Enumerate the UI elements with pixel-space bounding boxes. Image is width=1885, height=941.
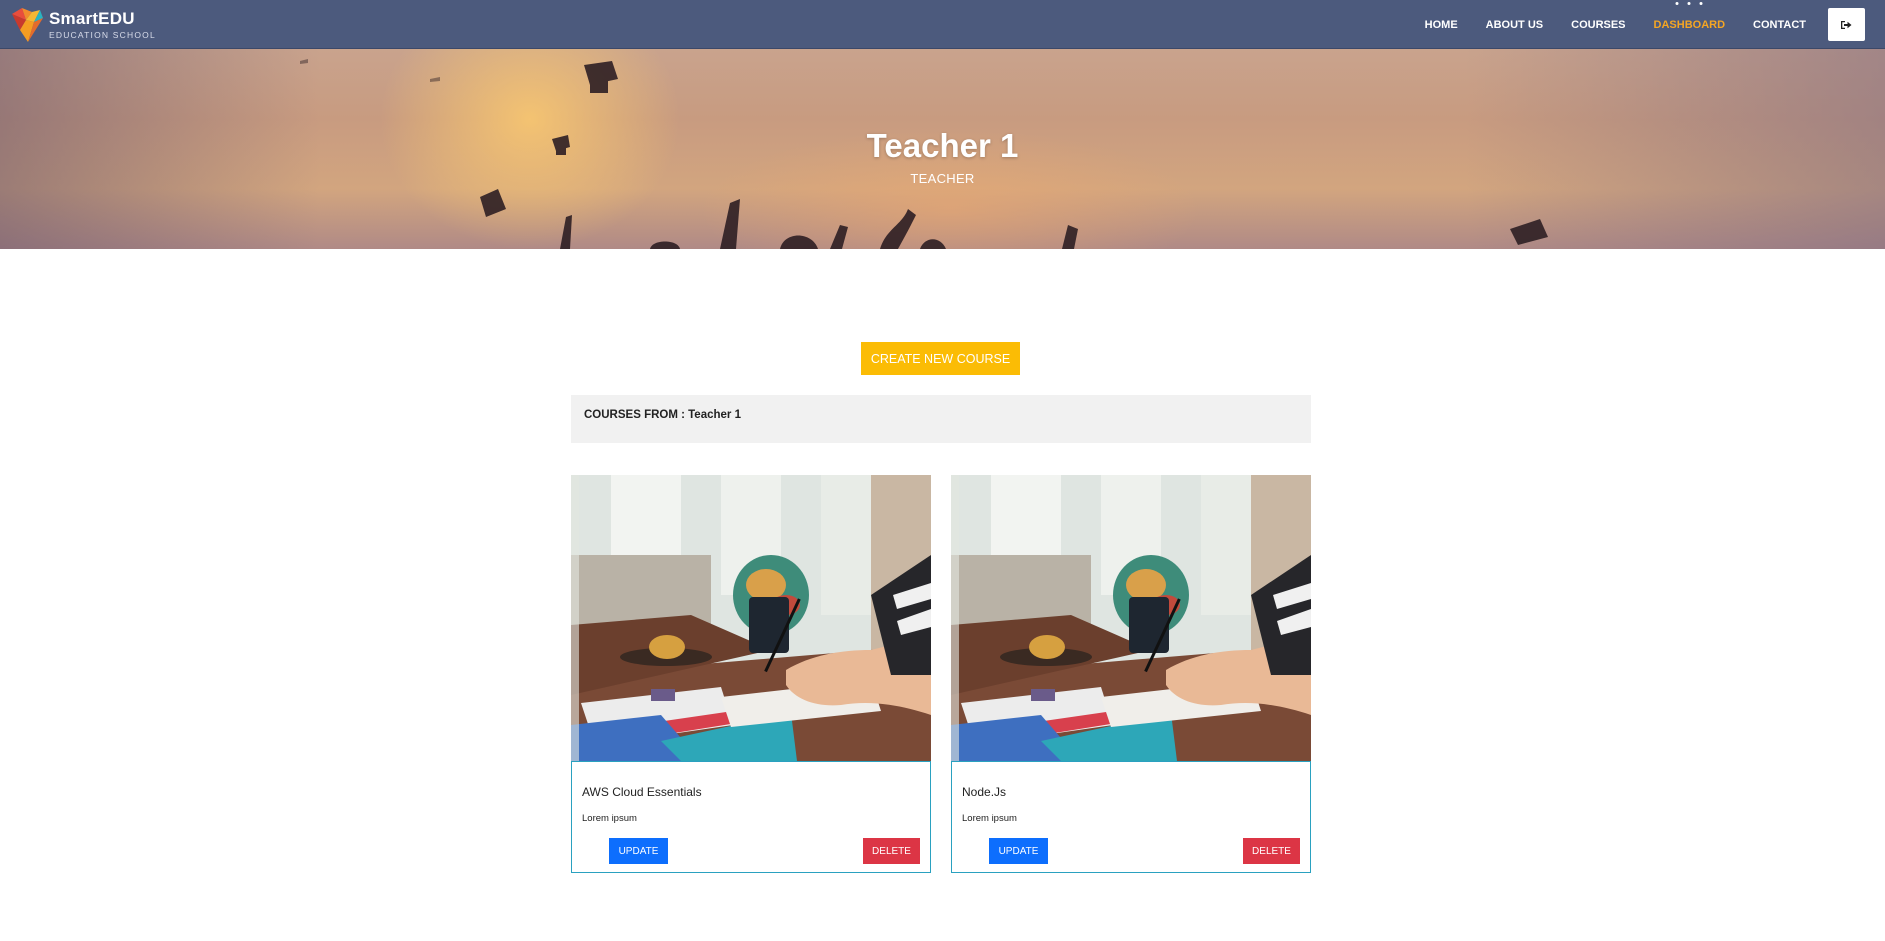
nav-item-dashboard[interactable]: DASHBOARD bbox=[1653, 1, 1726, 31]
courses-from-teacher: Teacher 1 bbox=[688, 409, 741, 421]
delete-button[interactable]: DELETE bbox=[863, 838, 920, 864]
course-image bbox=[571, 475, 931, 761]
update-button[interactable]: UPDATE bbox=[609, 838, 668, 864]
nav-item-home[interactable]: HOME bbox=[1425, 19, 1458, 31]
brand-name: SmartEDU bbox=[49, 9, 135, 29]
course-title[interactable]: AWS Cloud Essentials bbox=[582, 785, 702, 799]
course-card-body: AWS Cloud Essentials Lorem ipsum UPDATE … bbox=[571, 761, 931, 873]
smartedu-logo-icon bbox=[12, 8, 43, 42]
nav-item-contact[interactable]: CONTACT bbox=[1753, 19, 1806, 31]
update-button[interactable]: UPDATE bbox=[989, 838, 1048, 864]
course-description: Lorem ipsum bbox=[582, 813, 637, 824]
create-new-course-button[interactable]: CREATE NEW COURSE bbox=[861, 342, 1020, 375]
brand[interactable]: SmartEDU EDUCATION SCHOOL bbox=[10, 6, 156, 44]
course-description: Lorem ipsum bbox=[962, 813, 1017, 824]
sign-out-icon bbox=[1841, 20, 1852, 29]
brand-tagline: EDUCATION SCHOOL bbox=[49, 30, 156, 41]
course-card: AWS Cloud Essentials Lorem ipsum UPDATE … bbox=[571, 475, 931, 873]
course-image bbox=[951, 475, 1311, 761]
main-nav: HOME ABOUT US COURSES DASHBOARD CONTACT bbox=[1397, 0, 1865, 49]
courses-from-heading: COURSES FROM : Teacher 1 bbox=[571, 395, 1311, 443]
page-subtitle: TEACHER bbox=[910, 171, 975, 186]
nav-item-dashboard-label: DASHBOARD bbox=[1653, 18, 1726, 31]
nav-item-courses[interactable]: COURSES bbox=[1571, 19, 1625, 31]
active-indicator-dots bbox=[1675, 1, 1703, 5]
courses-from-label: COURSES FROM : bbox=[584, 409, 689, 421]
logout-button[interactable] bbox=[1828, 8, 1865, 41]
page-title: Teacher 1 bbox=[866, 127, 1019, 164]
desk-photo-image bbox=[571, 475, 931, 761]
nav-item-about-us[interactable]: ABOUT US bbox=[1486, 19, 1543, 31]
course-card-body: Node.Js Lorem ipsum UPDATE DELETE bbox=[951, 761, 1311, 873]
delete-button[interactable]: DELETE bbox=[1243, 838, 1300, 864]
course-title[interactable]: Node.Js bbox=[962, 785, 1006, 799]
course-card: Node.Js Lorem ipsum UPDATE DELETE bbox=[951, 475, 1311, 873]
page-hero: Teacher 1 TEACHER bbox=[0, 49, 1885, 249]
top-navbar: SmartEDU EDUCATION SCHOOL HOME ABOUT US … bbox=[0, 0, 1885, 49]
desk-photo-image bbox=[951, 475, 1311, 761]
